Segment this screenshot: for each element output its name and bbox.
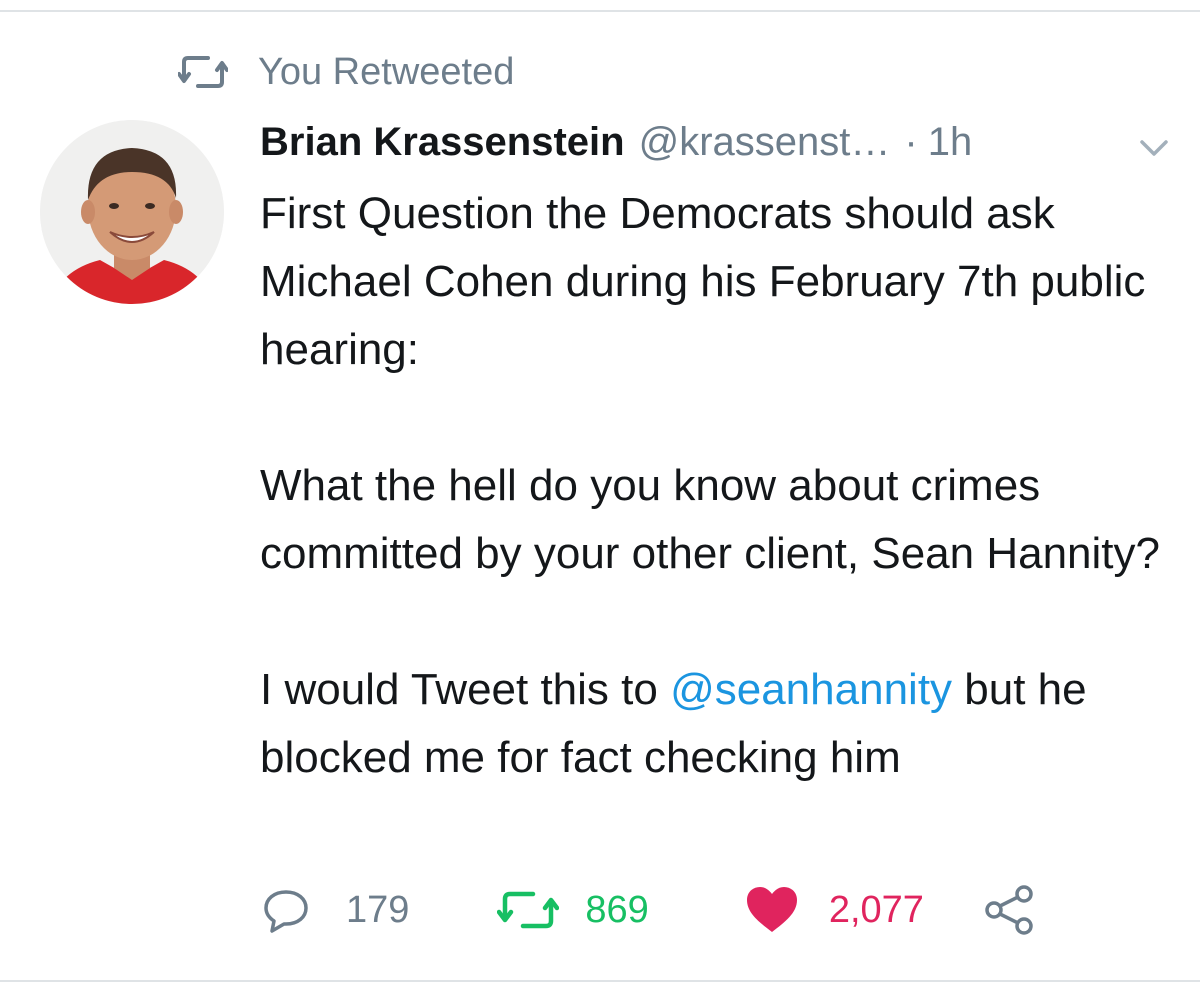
reply-button[interactable]: 179 [262,880,409,940]
like-count: 2,077 [828,889,924,931]
top-divider [0,10,1200,12]
retweet-context-label: You Retweeted [258,51,515,93]
share-icon [985,885,1033,935]
heart-icon [746,887,797,932]
retweet-count: 869 [585,889,649,931]
author-handle[interactable]: @krassenst… [639,116,891,168]
tweet-header: Brian Krassenstein @krassenst… · 1h [260,116,1190,168]
chevron-down-icon[interactable] [1136,132,1172,162]
separator-dot: · [904,120,918,164]
bottom-divider [0,980,1200,982]
retweet-context: You Retweeted [178,50,514,94]
tweet-paragraph-2: What the hell do you know about crimes c… [260,461,1161,578]
tweet-paragraph-3: I would Tweet this to @seanhannity but h… [260,656,1190,792]
tweet-text: First Question the Democrats should ask … [260,180,1190,792]
reply-icon [264,890,308,933]
avatar-portrait-icon [40,120,224,304]
author-name[interactable]: Brian Krassenstein [260,116,625,168]
tweet-text-before-mention: I would Tweet this to [260,665,671,714]
tweet-paragraph-1: First Question the Democrats should ask … [260,189,1146,374]
retweet-icon [497,891,560,929]
tweet-card[interactable]: You Retweeted Brian Krassenstein @krasse… [0,0,1200,988]
action-bar: 179 869 2,077 [262,880,1036,940]
like-button[interactable]: 2,077 [745,880,924,940]
retweet-button[interactable]: 869 [497,880,649,940]
share-button[interactable] [984,884,1036,936]
timestamp[interactable]: 1h [928,116,973,168]
reply-count: 179 [346,889,410,931]
retweet-context-icon [178,56,228,88]
mention-link[interactable]: @seanhannity [670,665,952,714]
avatar[interactable] [40,120,224,304]
